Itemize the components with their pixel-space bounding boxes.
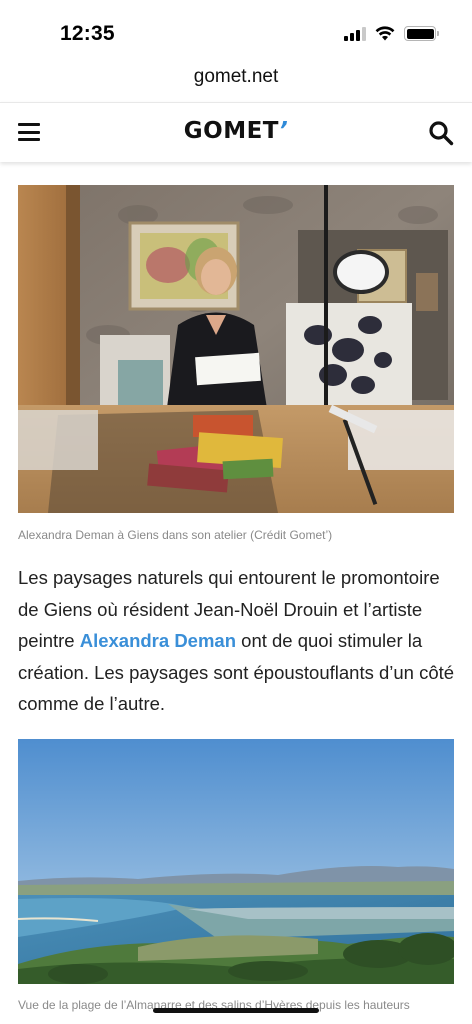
status-icons — [344, 26, 439, 41]
image-caption: Alexandra Deman à Giens dans son atelier… — [18, 528, 333, 542]
site-logo[interactable]: GOMET’ — [0, 118, 472, 144]
article-paragraph: Les paysages naturels qui entourent le p… — [18, 562, 458, 720]
signal-icon — [344, 26, 366, 41]
article-image-studio — [18, 185, 454, 513]
site-header: GOMET’ — [0, 102, 472, 162]
status-bar: 12:35 — [0, 0, 472, 62]
status-time: 12:35 — [60, 22, 115, 45]
studio-photo — [18, 185, 454, 513]
logo-text: GOMET — [183, 118, 279, 144]
landscape-photo — [18, 739, 454, 984]
url-bar[interactable]: gomet.net — [0, 66, 472, 88]
wifi-icon — [375, 26, 395, 41]
search-icon[interactable] — [428, 120, 454, 146]
home-indicator[interactable] — [153, 1008, 319, 1013]
battery-icon — [404, 26, 439, 41]
logo-accent: ’ — [278, 118, 289, 144]
article-image-landscape — [18, 739, 454, 984]
artist-link[interactable]: Alexandra Deman — [80, 630, 236, 651]
